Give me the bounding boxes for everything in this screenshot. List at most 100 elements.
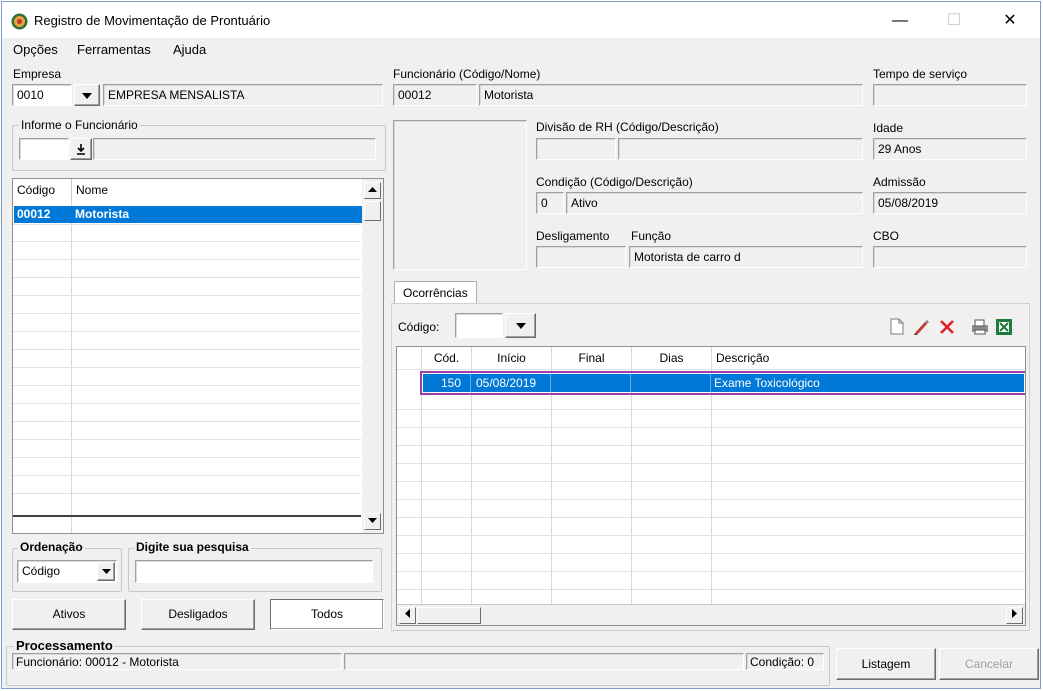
menu-ajuda[interactable]: Ajuda (173, 42, 206, 57)
menu-ferramentas[interactable]: Ferramentas (77, 42, 151, 57)
scroll-up-button[interactable] (364, 182, 381, 199)
grid-line (13, 224, 361, 225)
listagem-button[interactable]: Listagem (836, 648, 936, 680)
pesquisa-input[interactable] (135, 560, 373, 583)
window-title: Registro de Movimentação de Prontuário (34, 13, 271, 28)
grid-line (13, 349, 361, 350)
scroll-down-button[interactable] (364, 513, 381, 530)
ocorrencias-col-indicator (397, 347, 422, 369)
funcionario-search-input[interactable] (19, 138, 69, 160)
ordenacao-select[interactable]: Código (17, 560, 117, 583)
ocorrencias-h-scrollbar[interactable] (397, 604, 1025, 625)
condicao-desc-field: Ativo (566, 192, 863, 214)
empresa-label: Empresa (13, 67, 62, 81)
ocorrencias-grid[interactable]: Cód. Início Final Dias Descrição 150 05/… (396, 346, 1026, 626)
maximize-button[interactable]: ☐ (939, 10, 969, 32)
grid-line (397, 571, 1025, 572)
cancelar-button[interactable]: Cancelar (939, 648, 1039, 680)
ocorrencias-col-dias[interactable]: Dias (632, 347, 712, 369)
h-scroll-thumb[interactable] (417, 607, 481, 624)
excel-export-icon[interactable] (995, 318, 1013, 336)
grid-line (397, 463, 1025, 464)
table-row[interactable]: 00012 Motorista (14, 206, 362, 223)
pesquisa-label: Digite sua pesquisa (134, 540, 251, 554)
processamento-label: Processamento (14, 638, 115, 653)
grid-line (397, 445, 1025, 446)
table-row[interactable]: 150 05/08/2019 Exame Toxicológico (423, 374, 1024, 392)
employee-col-nome[interactable]: Nome (72, 179, 362, 201)
cbo-label: CBO (873, 229, 900, 243)
grid-line (13, 259, 361, 260)
minimize-button[interactable]: — (885, 10, 915, 32)
ordenacao-label: Ordenação (18, 540, 85, 554)
chevron-down-icon (101, 569, 111, 574)
grid-line (397, 589, 1025, 590)
ocorrencias-codigo-label: Código: (398, 320, 440, 334)
chevron-right-icon (1011, 609, 1017, 618)
grid-line (13, 475, 361, 476)
employee-row-name: Motorista (75, 207, 129, 221)
grid-line (13, 515, 361, 517)
ocorrencias-col-final[interactable]: Final (552, 347, 632, 369)
ocorrencias-col-cod[interactable]: Cód. (422, 347, 472, 369)
funcao-label: Função (631, 229, 672, 243)
grid-line (397, 517, 1025, 518)
grid-line (13, 457, 361, 458)
edit-pencil-icon[interactable] (912, 318, 930, 336)
ocorrencias-codigo-input[interactable] (455, 313, 503, 338)
print-icon[interactable] (970, 318, 988, 336)
idade-label: Idade (873, 121, 904, 135)
divisao-desc-field (618, 138, 863, 160)
cbo-field (873, 246, 1027, 268)
grid-line (397, 553, 1025, 554)
new-document-icon[interactable] (888, 318, 906, 336)
chevron-down-icon (368, 518, 377, 523)
ocorrencias-codigo-dropdown[interactable] (505, 313, 536, 338)
grid-line (13, 385, 361, 386)
tab-ocorrencias[interactable]: Ocorrências (394, 281, 477, 304)
title-bar: Registro de Movimentação de Prontuário —… (2, 2, 1040, 38)
employee-col-codigo[interactable]: Código (13, 179, 72, 201)
ordenacao-value: Código (22, 564, 61, 578)
grid-line (397, 535, 1025, 536)
grid-line (13, 295, 361, 296)
tempo-servico-field (873, 84, 1027, 106)
empresa-dropdown-button[interactable] (74, 84, 100, 106)
processamento-condicao: Condição: 0 (746, 653, 824, 670)
condicao-code-field: 0 (536, 192, 564, 214)
scroll-right-button[interactable] (1006, 607, 1023, 624)
download-arrow-icon (77, 144, 85, 155)
divisao-code-field (536, 138, 616, 160)
todos-button[interactable]: Todos (270, 599, 384, 630)
delete-icon[interactable] (938, 318, 956, 336)
funcionario-code-field: 00012 (393, 84, 477, 106)
desligamento-label: Desligamento (536, 229, 610, 243)
employee-list-grid[interactable]: Código Nome 00012 Motorista (12, 178, 384, 534)
ocorrencias-col-descricao[interactable]: Descrição (712, 347, 1025, 369)
employee-row-code: 00012 (17, 207, 51, 221)
menu-opcoes[interactable]: Opções (13, 42, 58, 57)
menu-bar: Opções Ferramentas Ajuda (2, 38, 1040, 60)
row-divider (470, 374, 471, 392)
tempo-servico-label: Tempo de serviço (873, 67, 968, 81)
empresa-name-field: EMPRESA MENSALISTA (103, 84, 383, 106)
ocorrencias-col-inicio[interactable]: Início (472, 347, 552, 369)
employee-list-scrollbar[interactable] (362, 179, 383, 533)
ativos-button[interactable]: Ativos (12, 599, 126, 630)
scroll-left-button[interactable] (399, 607, 416, 624)
empresa-code-field[interactable]: 0010 (12, 84, 72, 106)
scroll-thumb[interactable] (364, 201, 381, 221)
chevron-down-icon (82, 93, 92, 99)
funcionario-lookup-button[interactable] (70, 138, 92, 160)
row-divider (710, 374, 711, 392)
processamento-status: Funcionário: 00012 - Motorista (12, 653, 342, 670)
grid-line (13, 403, 361, 404)
grid-line (397, 409, 1025, 410)
close-button[interactable]: ✕ (995, 10, 1025, 32)
ocorrencia-cod: 150 (440, 376, 461, 390)
ordenacao-dropdown-button[interactable] (97, 562, 115, 581)
grid-line (397, 369, 1025, 370)
row-divider (630, 374, 631, 392)
desligados-button[interactable]: Desligados (141, 599, 255, 630)
grid-line (13, 313, 361, 314)
